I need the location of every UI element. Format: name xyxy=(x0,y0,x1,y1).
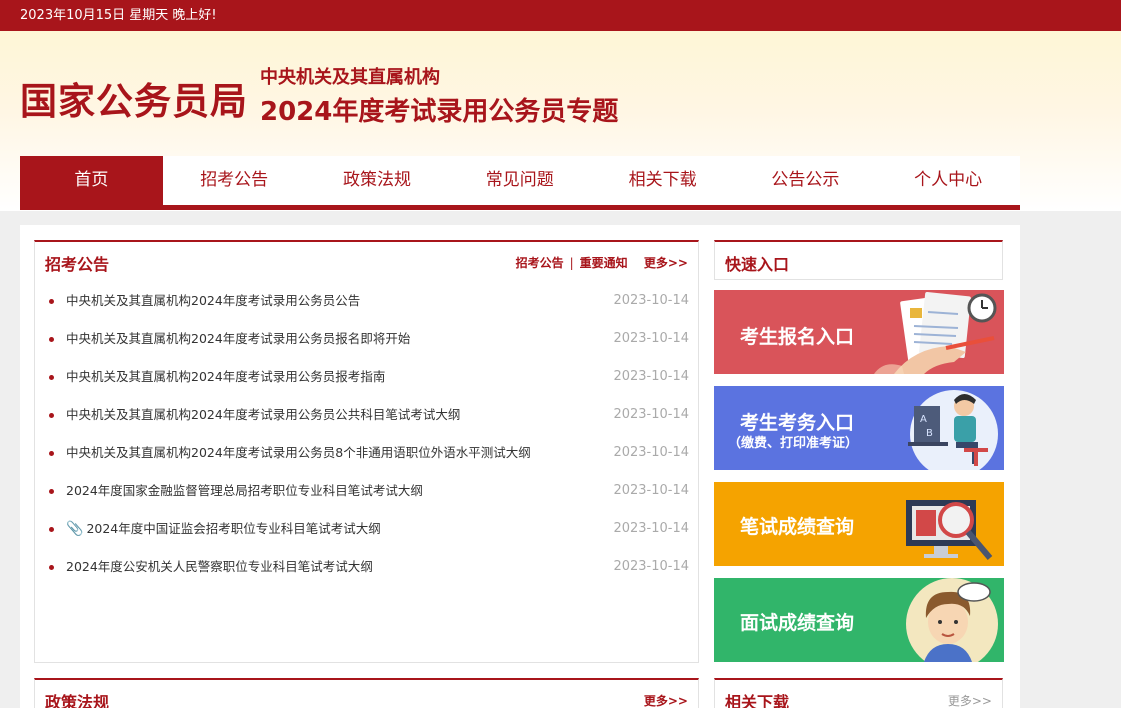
news-date: 2023-10-14 xyxy=(613,407,689,422)
header-subtitle-org: 中央机关及其直属机构 xyxy=(260,67,440,88)
written-score-query-button[interactable]: 笔试成绩查询 xyxy=(714,482,1004,566)
news-title[interactable]: 2024年度公安机关人民警察职位专业科目笔试考试大纲 xyxy=(66,560,373,574)
news-date: 2023-10-14 xyxy=(613,521,689,536)
news-date: 2023-10-14 xyxy=(613,369,689,384)
quick-entry-panel: 快速入口 xyxy=(714,240,1003,280)
policy-title: 政策法规 xyxy=(45,693,110,708)
news-date: 2023-10-14 xyxy=(613,293,689,308)
quick-entry-title: 快速入口 xyxy=(725,255,790,274)
news-date: 2023-10-14 xyxy=(613,445,689,460)
announcements-links: 招考公告 | 重要通知 更多>> xyxy=(516,254,688,271)
bullet-icon xyxy=(49,451,54,456)
magnifier-monitor-icon xyxy=(906,500,993,560)
news-date: 2023-10-14 xyxy=(613,559,689,574)
link-separator: | xyxy=(569,256,574,270)
interview-score-query-label: 面试成绩查询 xyxy=(740,612,855,634)
news-title-text: 2024年度中国证监会招考职位专业科目笔试考试大纲 xyxy=(86,521,381,536)
news-title[interactable]: 中央机关及其直属机构2024年度考试录用公务员报考指南 xyxy=(66,370,385,384)
bullet-icon xyxy=(49,527,54,532)
bullet-icon xyxy=(49,299,54,304)
downloads-panel: 相关下载 更多>> xyxy=(714,678,1003,708)
nav-item-announcements[interactable]: 招考公告 xyxy=(163,156,306,205)
list-item: 2024年度国家金融监督管理总局招考职位专业科目笔试考试大纲 2023-10-1… xyxy=(49,484,689,522)
exam-affairs-entry-button[interactable]: 考生考务入口 （缴费、打印准考证） A B xyxy=(714,386,1004,470)
written-score-query-label: 笔试成绩查询 xyxy=(740,516,855,538)
main-nav: 首页 招考公告 政策法规 常见问题 相关下载 公告公示 个人中心 xyxy=(20,156,1020,210)
news-title[interactable]: 中央机关及其直属机构2024年度考试录用公务员报名即将开始 xyxy=(66,332,410,346)
list-item: 中央机关及其直属机构2024年度考试录用公务员公共科目笔试考试大纲 2023-1… xyxy=(49,408,689,446)
nav-item-notices[interactable]: 公告公示 xyxy=(734,156,877,205)
paperclip-icon: 📎 xyxy=(66,521,84,537)
date-greeting: 2023年10月15日 星期天 晚上好! xyxy=(20,8,217,23)
top-bar: 2023年10月15日 星期天 晚上好! xyxy=(0,0,1121,31)
policy-more-link[interactable]: 更多>> xyxy=(644,692,688,708)
registration-entry-label: 考生报名入口 xyxy=(740,326,855,348)
exam-affairs-entry-label: 考生考务入口 xyxy=(740,412,855,434)
news-title[interactable]: 中央机关及其直属机构2024年度考试录用公务员公告 xyxy=(66,294,360,308)
student-computer-icon: A B xyxy=(908,390,998,470)
list-item: 📎 2024年度中国证监会招考职位专业科目笔试考试大纲 2023-10-14 xyxy=(49,522,689,560)
interview-person-icon xyxy=(906,578,998,662)
news-title[interactable]: 2024年度国家金融监督管理总局招考职位专业科目笔试考试大纲 xyxy=(66,484,423,498)
news-title[interactable]: 中央机关及其直属机构2024年度考试录用公务员公共科目笔试考试大纲 xyxy=(66,408,460,422)
bullet-icon xyxy=(49,337,54,342)
svg-text:B: B xyxy=(926,428,933,439)
nav-item-policies[interactable]: 政策法规 xyxy=(306,156,449,205)
registration-entry-button[interactable]: 考生报名入口 xyxy=(714,290,1004,374)
list-item: 中央机关及其直属机构2024年度考试录用公务员报考指南 2023-10-14 xyxy=(49,370,689,408)
site-title[interactable]: 国家公务员局 xyxy=(20,71,248,125)
announcements-more-link[interactable]: 更多>> xyxy=(644,256,688,270)
list-item: 中央机关及其直属机构2024年度考试录用公务员公告 2023-10-14 xyxy=(49,294,689,332)
nav-item-downloads[interactable]: 相关下载 xyxy=(591,156,734,205)
news-date: 2023-10-14 xyxy=(613,483,689,498)
list-item: 中央机关及其直属机构2024年度考试录用公务员8个非通用语职位外语水平测试大纲 … xyxy=(49,446,689,484)
announcements-title: 招考公告 xyxy=(45,255,110,274)
news-date: 2023-10-14 xyxy=(613,331,689,346)
exam-affairs-entry-sub: （缴费、打印准考证） xyxy=(728,436,859,451)
downloads-title: 相关下载 xyxy=(725,693,790,708)
policy-panel: 政策法规 更多>> xyxy=(34,678,699,708)
announcements-list: 中央机关及其直属机构2024年度考试录用公务员公告 2023-10-14 中央机… xyxy=(49,294,689,598)
nav-item-faq[interactable]: 常见问题 xyxy=(448,156,591,205)
form-pen-icon xyxy=(874,291,997,374)
svg-text:A: A xyxy=(920,414,927,425)
list-item: 中央机关及其直属机构2024年度考试录用公务员报名即将开始 2023-10-14 xyxy=(49,332,689,370)
news-title-with-attachment[interactable]: 📎 2024年度中国证监会招考职位专业科目笔试考试大纲 xyxy=(66,521,381,537)
news-title[interactable]: 中央机关及其直属机构2024年度考试录用公务员8个非通用语职位外语水平测试大纲 xyxy=(66,446,531,460)
important-notices-link[interactable]: 重要通知 xyxy=(580,256,628,270)
nav-item-personal-center[interactable]: 个人中心 xyxy=(877,156,1020,205)
announcements-panel: 招考公告 招考公告 | 重要通知 更多>> 中央机关及其直属机构2024年度考试录用… xyxy=(34,240,699,663)
announcements-link[interactable]: 招考公告 xyxy=(516,256,564,270)
downloads-more-link[interactable]: 更多>> xyxy=(948,692,992,708)
bullet-icon xyxy=(49,413,54,418)
bullet-icon xyxy=(49,375,54,380)
interview-score-query-button[interactable]: 面试成绩查询 xyxy=(714,578,1004,662)
header-subtitle-topic: 2024年度考试录用公务员专题 xyxy=(260,97,619,127)
nav-item-home[interactable]: 首页 xyxy=(20,156,163,205)
bullet-icon xyxy=(49,489,54,494)
list-item: 2024年度公安机关人民警察职位专业科目笔试考试大纲 2023-10-14 xyxy=(49,560,689,598)
bullet-icon xyxy=(49,565,54,570)
